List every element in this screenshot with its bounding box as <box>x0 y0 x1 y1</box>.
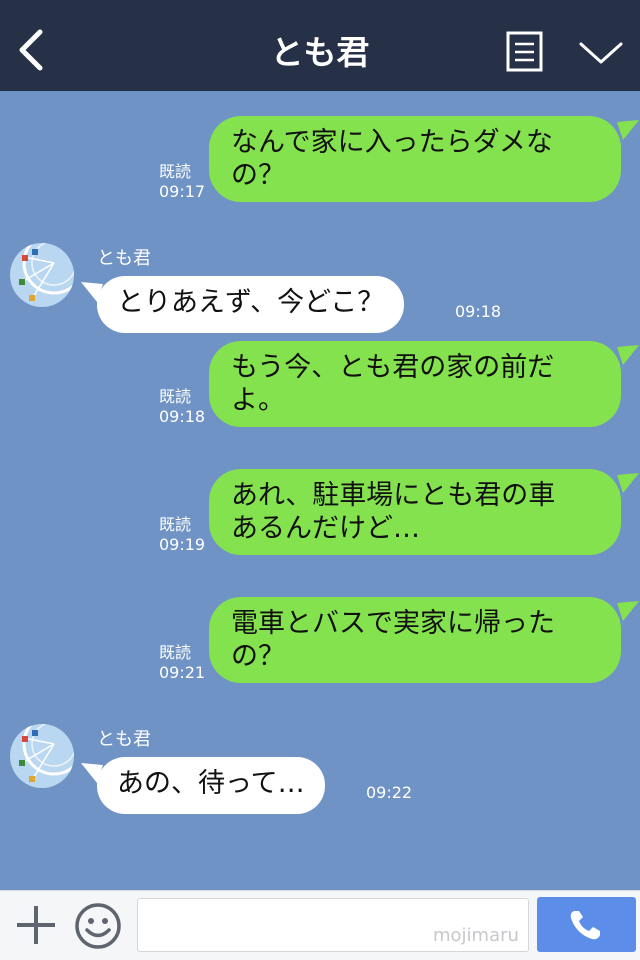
chat-title: とも君 <box>270 33 370 72</box>
chevron-down-icon[interactable] <box>578 36 624 68</box>
phone-icon <box>570 911 600 940</box>
list-menu-icon[interactable] <box>506 31 543 72</box>
read-receipt: 既読 09:21 <box>159 643 206 682</box>
bubble-tail <box>617 473 639 493</box>
bubble-tail <box>617 345 639 365</box>
call-button[interactable] <box>537 897 636 952</box>
bubble-tail <box>617 601 639 621</box>
sent-message-bubble[interactable]: 電車とバスで実家に帰った の？ <box>209 597 639 683</box>
received-message-bubble[interactable]: あの、待って… <box>81 757 325 814</box>
sent-message-bubble[interactable]: もう今、とも君の家の前だ よ。 <box>209 341 639 427</box>
read-receipt: 既読 09:18 <box>159 387 206 426</box>
read-receipt: 既読 09:19 <box>159 515 206 554</box>
contact-avatar[interactable] <box>10 243 74 307</box>
sender-name: とも君 <box>97 248 151 269</box>
bubble-tail <box>617 120 639 140</box>
received-message-bubble[interactable]: とりあえず、今どこ？ <box>81 276 405 333</box>
message-time: 09:22 <box>366 783 413 802</box>
sent-message-bubble[interactable]: なんで家に入ったらダメな の？ <box>209 116 639 202</box>
watermark-text: mojimaru <box>433 925 519 946</box>
sent-message-bubble[interactable]: あれ、駐車場にとも君の車 あるんだけど… <box>209 469 639 555</box>
ferris-wheel-avatar-icon <box>10 724 74 788</box>
contact-avatar[interactable] <box>10 724 74 788</box>
bubble-tail <box>81 763 103 783</box>
message-time: 09:18 <box>455 302 502 321</box>
sender-name: とも君 <box>97 729 151 750</box>
smiley-icon[interactable] <box>74 902 122 950</box>
message-list[interactable]: 既読 09:17 なんで家に入ったらダメな の？ とも君 とりあえず、今どこ？ … <box>0 91 640 890</box>
plus-icon[interactable] <box>14 903 58 947</box>
chat-header: とも君 <box>0 0 640 91</box>
ferris-wheel-avatar-icon <box>10 243 74 307</box>
message-composer: mojimaru <box>0 890 640 960</box>
bubble-tail <box>81 282 103 302</box>
read-receipt: 既読 09:17 <box>159 162 206 201</box>
